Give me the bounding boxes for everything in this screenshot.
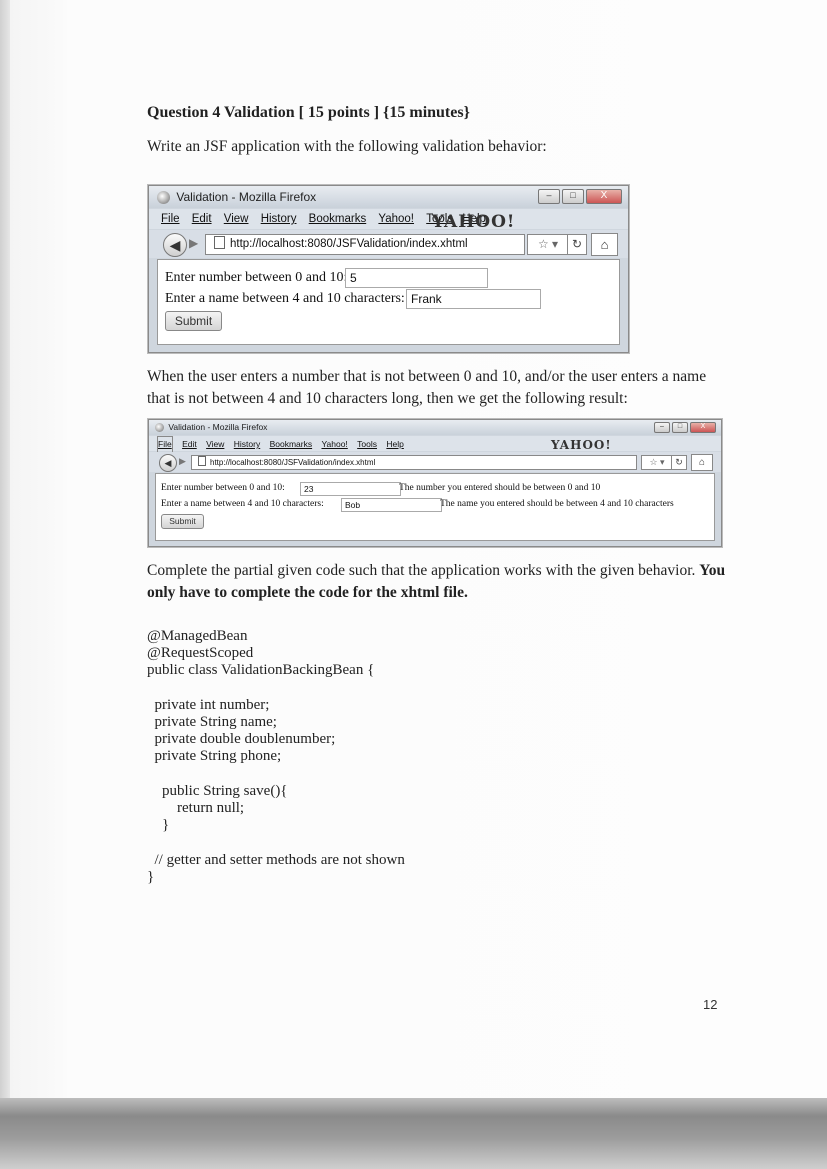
menu-file[interactable]: File [157,436,173,453]
code-line: } [147,817,170,834]
back-arrow-icon[interactable]: ◀ [163,233,187,257]
name-label: Enter a name between 4 and 10 characters… [165,291,405,306]
menu-edit[interactable]: Edit [192,209,212,229]
name-error-message: The name you entered should be between 4… [440,499,674,509]
menu-yahoo[interactable]: Yahoo! [378,209,414,229]
code-line: private String name; [147,714,277,731]
firefox-icon [157,191,170,205]
reload-icon[interactable]: ↻ [671,455,687,470]
number-label: Enter number between 0 and 10: [161,483,285,493]
code-line: return null; [147,800,245,817]
window-title: Validation - Mozilla Firefox [176,190,317,204]
middle-text: When the user enters a number that is no… [147,368,707,407]
menu-yahoo[interactable]: Yahoo! [321,437,347,452]
browser-window-2: Validation - Mozilla Firefox – □ X File … [148,419,722,547]
window-titlebar: Validation - Mozilla Firefox [149,420,721,435]
name-input[interactable]: Bob [341,498,442,512]
firefox-icon [155,423,164,433]
code-line: // getter and setter methods are not sho… [147,851,405,868]
page-content: Enter number between 0 and 10: 5 Enter a… [157,259,620,345]
url-bar[interactable]: http://localhost:8080/JSFValidation/inde… [191,455,637,470]
maximize-icon[interactable]: □ [562,189,584,204]
minimize-icon[interactable]: – [538,189,560,204]
scan-bottom-edge [0,1098,827,1169]
menu-view[interactable]: View [206,437,224,452]
intro-text: Write an JSF application with the follow… [147,138,547,155]
home-icon[interactable]: ⌂ [691,454,713,471]
menu-file[interactable]: File [161,209,180,229]
submit-button[interactable]: Submit [165,311,222,331]
window-controls: – □ X [538,189,622,204]
window-controls: – □ X [654,422,716,433]
menu-bookmarks[interactable]: Bookmarks [309,209,367,229]
menu-history[interactable]: History [234,437,260,452]
navigation-bar: ◀ ▶ http://localhost:8080/JSFValidation/… [149,230,628,258]
forward-arrow-icon[interactable]: ▶ [189,236,198,250]
page-icon [214,236,225,249]
menu-view[interactable]: View [224,209,249,229]
code-line: private int number; [147,696,270,713]
close-icon[interactable]: X [586,189,622,204]
maximize-icon[interactable]: □ [672,422,688,433]
code-line: public class ValidationBackingBean { [147,662,375,679]
question-title: Question 4 Validation [ 15 points ] {15 … [147,104,470,121]
forward-arrow-icon[interactable]: ▶ [179,456,186,467]
url-bar[interactable]: http://localhost:8080/JSFValidation/inde… [205,234,525,255]
menu-edit[interactable]: Edit [182,437,197,452]
yahoo-logo: YAHOO! [432,212,516,232]
menu-bookmarks[interactable]: Bookmarks [270,437,313,452]
code-line: } [147,868,155,885]
back-arrow-icon[interactable]: ◀ [159,454,177,472]
menu-bar: File Edit View History Bookmarks Yahoo! … [149,209,628,229]
code-line: public String save(){ [147,782,288,799]
browser-window-1: Validation - Mozilla Firefox – □ X File … [148,185,629,353]
minimize-icon[interactable]: – [654,422,670,433]
navigation-bar: ◀ ▶ http://localhost:8080/JSFValidation/… [149,452,721,472]
menu-help[interactable]: Help [386,437,403,452]
yahoo-logo: YAHOO! [551,438,612,452]
home-icon[interactable]: ⌂ [591,233,618,256]
page-gutter [0,0,10,1169]
code-line: @RequestScoped [147,645,254,662]
name-label: Enter a name between 4 and 10 characters… [161,499,324,509]
code-line: @ManagedBean [147,628,248,644]
number-label: Enter number between 0 and 10: [165,270,348,285]
page-content: Enter number between 0 and 10: 23 The nu… [155,473,715,541]
page-number: 12 [703,997,718,1012]
code-line: private String phone; [147,748,282,765]
name-input[interactable]: Frank [406,289,541,309]
number-input[interactable]: 5 [345,268,488,288]
instruction-normal: Complete the partial given code such tha… [147,562,700,579]
bookmark-star-icon[interactable]: ☆ ▾ [641,455,673,470]
page-icon [198,456,206,466]
menu-bar: File Edit View History Bookmarks Yahoo! … [149,436,721,453]
reload-icon[interactable]: ↻ [567,234,587,255]
close-icon[interactable]: X [690,422,716,433]
window-title: Validation - Mozilla Firefox [168,422,268,432]
bookmark-star-icon[interactable]: ☆ ▾ [527,234,569,255]
menu-history[interactable]: History [261,209,297,229]
menu-tools[interactable]: Tools [357,437,377,452]
code-listing: @ManagedBean @RequestScoped public class V… [147,628,405,886]
number-input[interactable]: 23 [300,482,401,496]
submit-button[interactable]: Submit [161,514,204,529]
instruction-text: Complete the partial given code such tha… [147,560,727,604]
url-text: http://localhost:8080/JSFValidation/inde… [210,458,376,467]
url-text: http://localhost:8080/JSFValidation/inde… [230,238,468,250]
number-error-message: The number you entered should be between… [399,483,601,493]
code-line: private double doublenumber; [147,731,336,748]
